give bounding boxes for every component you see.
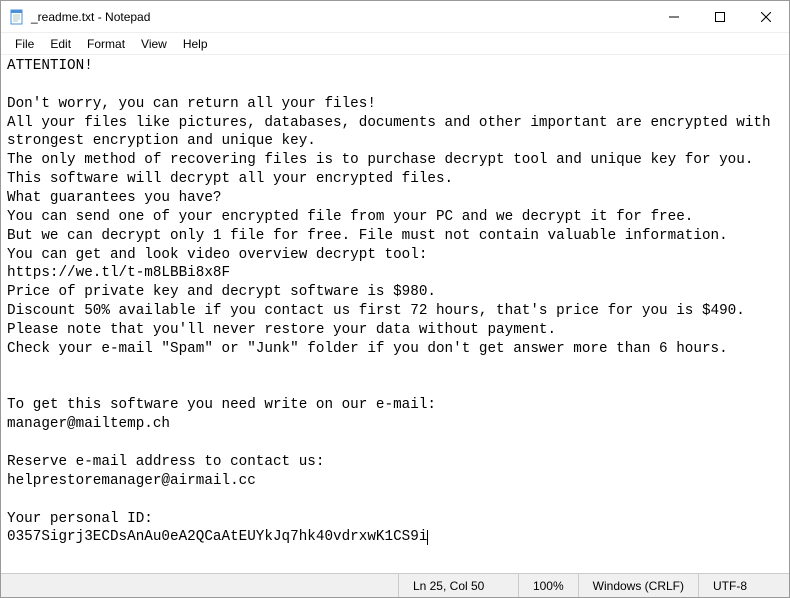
text-caret xyxy=(427,530,428,545)
status-zoom: 100% xyxy=(519,574,579,597)
editor-content: ATTENTION! Don't worry, you can return a… xyxy=(7,58,779,545)
window-controls xyxy=(651,1,789,32)
minimize-icon xyxy=(669,12,679,22)
close-icon xyxy=(761,12,771,22)
maximize-icon xyxy=(715,12,725,22)
menu-format[interactable]: Format xyxy=(79,35,133,53)
maximize-button[interactable] xyxy=(697,1,743,32)
status-encoding: UTF-8 xyxy=(699,574,789,597)
statusbar: Ln 25, Col 50 100% Windows (CRLF) UTF-8 xyxy=(1,573,789,597)
notepad-window: _readme.txt - Notepad File Edit Format V… xyxy=(0,0,790,598)
text-editor[interactable]: ATTENTION! Don't worry, you can return a… xyxy=(1,55,789,573)
titlebar: _readme.txt - Notepad xyxy=(1,1,789,33)
menubar: File Edit Format View Help xyxy=(1,33,789,55)
status-spacer xyxy=(1,574,399,597)
close-button[interactable] xyxy=(743,1,789,32)
menu-edit[interactable]: Edit xyxy=(42,35,79,53)
window-title: _readme.txt - Notepad xyxy=(31,10,651,24)
status-lineending: Windows (CRLF) xyxy=(579,574,699,597)
notepad-icon xyxy=(9,9,25,25)
status-position: Ln 25, Col 50 xyxy=(399,574,519,597)
minimize-button[interactable] xyxy=(651,1,697,32)
menu-view[interactable]: View xyxy=(133,35,175,53)
menu-help[interactable]: Help xyxy=(175,35,216,53)
menu-file[interactable]: File xyxy=(7,35,42,53)
